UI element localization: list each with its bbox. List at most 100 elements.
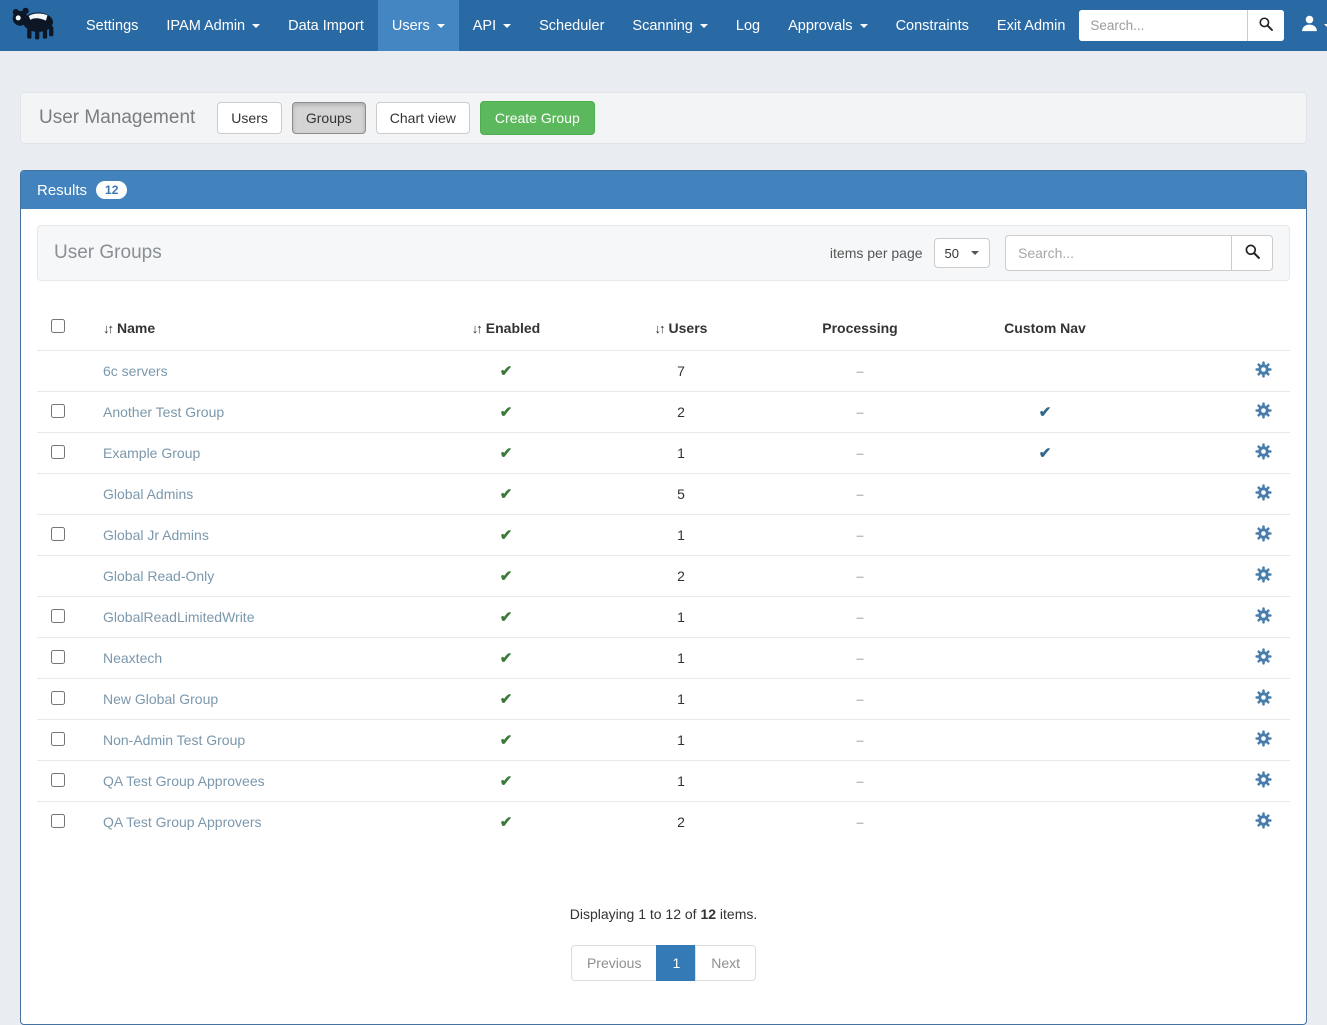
gear-icon[interactable] <box>1255 771 1272 788</box>
gear-icon[interactable] <box>1255 648 1272 665</box>
row-checkbox[interactable] <box>51 404 65 418</box>
table-row: QA Test Group Approvers✔2– <box>37 802 1290 843</box>
nav-item-label: Scheduler <box>539 18 604 34</box>
global-search-button[interactable] <box>1247 10 1284 41</box>
enabled-check-icon: ✔ <box>500 568 513 585</box>
row-checkbox[interactable] <box>51 527 65 541</box>
nav-item-approvals[interactable]: Approvals <box>774 0 881 51</box>
row-checkbox[interactable] <box>51 445 65 459</box>
nav-item-label: Scanning <box>632 18 692 34</box>
gear-icon[interactable] <box>1255 812 1272 829</box>
group-name-link[interactable]: 6c servers <box>103 363 168 379</box>
app-logo[interactable] <box>4 0 72 51</box>
gear-icon[interactable] <box>1255 566 1272 583</box>
table-search-button[interactable] <box>1231 235 1273 271</box>
chevron-down-icon <box>252 24 260 28</box>
table-footer: Displaying 1 to 12 of 12 items. Previous… <box>37 906 1290 1024</box>
nav-item-constraints[interactable]: Constraints <box>882 0 983 51</box>
users-count: 1 <box>587 638 775 679</box>
items-per-page-select[interactable]: 50 <box>934 238 990 268</box>
users-count: 5 <box>587 474 775 515</box>
global-search-input[interactable] <box>1079 10 1247 41</box>
processing-placeholder: – <box>856 814 864 830</box>
group-name-link[interactable]: Example Group <box>103 445 200 461</box>
pagination-previous[interactable]: Previous <box>571 945 657 981</box>
group-name-link[interactable]: GlobalReadLimitedWrite <box>103 609 254 625</box>
custom-nav-check-icon: ✔ <box>1039 445 1052 462</box>
nav-item-scanning[interactable]: Scanning <box>618 0 721 51</box>
nav-item-api[interactable]: API <box>459 0 525 51</box>
navbar-items: Settings IPAM Admin Data Import UsersAPI Sch… <box>72 0 1079 51</box>
nav-item-scheduler[interactable]: Scheduler <box>525 0 618 51</box>
nav-item-label: Exit Admin <box>997 18 1066 34</box>
create-group-button[interactable]: Create Group <box>480 101 595 135</box>
users-count: 2 <box>587 392 775 433</box>
nav-item-label: Settings <box>86 18 138 34</box>
group-name-link[interactable]: Global Jr Admins <box>103 527 209 543</box>
row-checkbox[interactable] <box>51 650 65 664</box>
column-header-processing: Processing <box>775 309 945 351</box>
gear-icon[interactable] <box>1255 689 1272 706</box>
row-checkbox[interactable] <box>51 609 65 623</box>
column-header-enabled[interactable]: ↓↑Enabled <box>425 309 587 351</box>
group-name-link[interactable]: New Global Group <box>103 691 218 707</box>
user-groups-toolbar: User Groups items per page 50 <box>37 225 1290 281</box>
nav-item-users[interactable]: Users <box>378 0 459 51</box>
chevron-down-icon <box>700 24 708 28</box>
chevron-down-icon <box>971 251 979 255</box>
nav-item-settings[interactable]: Settings <box>72 0 152 51</box>
group-name-link[interactable]: QA Test Group Approvees <box>103 773 265 789</box>
nav-item-log[interactable]: Log <box>722 0 774 51</box>
user-groups-table: ↓↑Name ↓↑Enabled ↓↑Users Processing Cust <box>37 309 1290 842</box>
gear-icon[interactable] <box>1255 730 1272 747</box>
processing-placeholder: – <box>856 363 864 379</box>
group-name-link[interactable]: Another Test Group <box>103 404 224 420</box>
table-row: Non-Admin Test Group✔1– <box>37 720 1290 761</box>
chevron-down-icon <box>437 24 445 28</box>
row-checkbox[interactable] <box>51 691 65 705</box>
processing-placeholder: – <box>856 404 864 420</box>
table-row: Example Group✔1–✔ <box>37 433 1290 474</box>
table-body: 6c servers✔7– Another Test Group ✔ 2 – ✔ Examp… <box>37 351 1290 843</box>
view-button-groups[interactable]: Groups <box>292 102 366 134</box>
table-row: Global Read-Only✔2– <box>37 556 1290 597</box>
gear-icon[interactable] <box>1255 525 1272 542</box>
gear-icon[interactable] <box>1255 402 1272 419</box>
gear-icon[interactable] <box>1255 361 1272 378</box>
column-header-name[interactable]: ↓↑Name <box>95 309 425 351</box>
users-count: 2 <box>587 802 775 843</box>
user-menu[interactable] <box>1296 14 1327 38</box>
view-button-users[interactable]: Users <box>217 102 282 134</box>
nav-item-data-import[interactable]: Data Import <box>274 0 378 51</box>
enabled-check-icon: ✔ <box>500 732 513 749</box>
gear-icon[interactable] <box>1255 484 1272 501</box>
sort-icon: ↓↑ <box>655 321 664 336</box>
search-icon <box>1258 16 1274 35</box>
processing-placeholder: – <box>856 486 864 502</box>
row-checkbox[interactable] <box>51 732 65 746</box>
pagination-next[interactable]: Next <box>695 945 756 981</box>
pagination-page-1[interactable]: 1 <box>656 945 696 981</box>
users-count: 1 <box>587 433 775 474</box>
nav-item-label: Data Import <box>288 18 364 34</box>
group-name-link[interactable]: Global Admins <box>103 486 193 502</box>
group-name-link[interactable]: Non-Admin Test Group <box>103 732 245 748</box>
results-panel: Results 12 User Groups items per page 50 <box>20 170 1307 1025</box>
table-search-input[interactable] <box>1005 235 1231 271</box>
users-count: 1 <box>587 761 775 802</box>
nav-item-exit-admin[interactable]: Exit Admin <box>983 0 1080 51</box>
view-button-chart[interactable]: Chart view <box>376 102 470 134</box>
group-name-link[interactable]: Global Read-Only <box>103 568 214 584</box>
nav-item-ipam-admin[interactable]: IPAM Admin <box>152 0 274 51</box>
gear-icon[interactable] <box>1255 607 1272 624</box>
displaying-summary: Displaying 1 to 12 of 12 items. <box>37 906 1290 922</box>
row-checkbox[interactable] <box>51 773 65 787</box>
processing-placeholder: – <box>856 609 864 625</box>
group-name-link[interactable]: QA Test Group Approvers <box>103 814 262 830</box>
group-name-link[interactable]: Neaxtech <box>103 650 162 666</box>
select-all-checkbox[interactable] <box>51 319 65 333</box>
gear-icon[interactable] <box>1255 443 1272 460</box>
table-row: 6c servers✔7– <box>37 351 1290 392</box>
row-checkbox[interactable] <box>51 814 65 828</box>
column-header-users[interactable]: ↓↑Users <box>587 309 775 351</box>
